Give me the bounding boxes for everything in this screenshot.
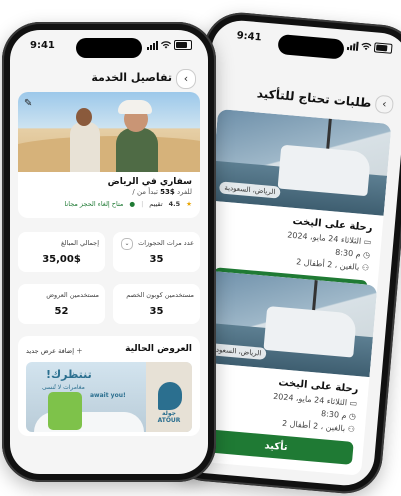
- back-button[interactable]: ‹: [176, 69, 196, 89]
- person-icon: ⚇: [361, 263, 370, 273]
- dynamic-island: [76, 38, 142, 58]
- front-phone: 9:41 تفاصيل الخدمة ‹ ✎ سفاري في الرياض /…: [2, 22, 216, 482]
- service-meta: متاح إلغاء الحجز مجانا ● | تقييم 4.5 ★: [64, 200, 192, 208]
- front-header: تفاصيل الخدمة ‹: [10, 66, 208, 92]
- suitcase-illustration: [48, 392, 82, 430]
- service-image: ✎: [18, 92, 200, 172]
- service-card: ✎ سفاري في الرياض / للفرد $53 تبدأ من مت…: [18, 92, 200, 218]
- page-title: تفاصيل الخدمة: [91, 71, 172, 84]
- wifi-icon: [361, 42, 372, 51]
- brand-name: جولة ATOUR: [157, 410, 181, 424]
- status-icons: [147, 40, 192, 50]
- current-offers: العروض الحالية إضافة عرض جديد ＋ !تنتظرك …: [18, 336, 200, 436]
- edit-icon[interactable]: ✎: [24, 98, 38, 112]
- back-button[interactable]: ‹: [374, 94, 395, 115]
- yacht-image: الرياض، السعودية: [196, 270, 378, 378]
- brand-logo: [158, 382, 182, 410]
- plus-icon: ＋: [76, 347, 83, 355]
- wifi-icon: [161, 41, 171, 49]
- service-name: سفاري في الرياض: [107, 177, 192, 187]
- offer-banner[interactable]: !تنتظرك مغامرات لا تُنسى await you! جولة…: [26, 362, 192, 432]
- banner-subtitle: مغامرات لا تُنسى: [42, 384, 85, 391]
- stat-offer-users: مستخدمين العروض 52: [18, 284, 105, 324]
- battery-icon: [174, 40, 192, 50]
- signal-icon: [147, 40, 158, 50]
- chevron-down-icon[interactable]: ⌄: [121, 238, 133, 250]
- yacht-image: الرياض، السعودية: [210, 108, 392, 216]
- stat-bookings[interactable]: عدد مرات الحجوزات ⌄ 35: [113, 232, 200, 272]
- status-time: 9:41: [236, 30, 262, 44]
- star-icon: ★: [186, 200, 192, 208]
- front-screen: 9:41 تفاصيل الخدمة ‹ ✎ سفاري في الرياض /…: [10, 30, 208, 474]
- check-circle-icon: ●: [129, 200, 136, 208]
- clock-icon: ◷: [348, 411, 357, 422]
- offers-title: العروض الحالية: [125, 344, 192, 354]
- battery-icon: [373, 42, 393, 54]
- status-time: 9:41: [30, 40, 55, 51]
- clock-icon: ◷: [362, 250, 371, 260]
- stat-total-amount: إجمالي المبالغ 35,00$: [18, 232, 105, 272]
- rating-value: 4.5: [168, 200, 181, 208]
- signal-icon: [346, 40, 359, 51]
- status-icons: [346, 40, 393, 54]
- page-title: طلبات تحتاج للتأكيد: [256, 86, 372, 111]
- calendar-icon: ▭: [363, 237, 372, 247]
- add-offer-button[interactable]: إضافة عرض جديد ＋: [26, 345, 83, 355]
- banner-headline: !تنتظرك: [46, 368, 92, 381]
- banner-subtitle-en: await you!: [90, 392, 126, 399]
- service-price: / للفرد $53 تبدأ من: [132, 188, 192, 196]
- cancel-note: متاح إلغاء الحجز مجانا: [64, 200, 124, 208]
- stat-coupon-users: مستخدمين كوبون الخصم 35: [113, 284, 200, 324]
- rating-label: تقييم: [149, 200, 163, 208]
- calendar-icon: ▭: [349, 398, 358, 409]
- person-icon: ⚇: [347, 424, 356, 435]
- trip-card[interactable]: الرياض، السعودية رحلة على اليخت الثلاثاء…: [187, 270, 378, 476]
